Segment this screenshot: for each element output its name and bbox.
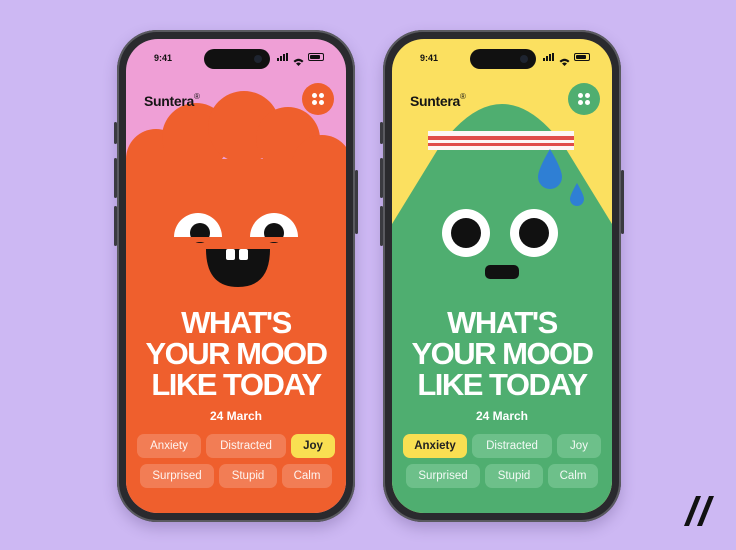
mood-chip-calm[interactable]: Calm [548,464,598,488]
phone-mockup-anxiety: 9:41 Suntera® WHAT'S YOUR MOOD LIKE TODA… [380,30,624,522]
signal-icon [543,53,555,61]
mood-options: Anxiety Distracted Joy Surprised Stupid … [402,434,602,494]
dynamic-island [204,49,270,69]
headband [428,131,574,150]
mood-chip-stupid[interactable]: Stupid [219,464,277,488]
mood-chip-distracted[interactable]: Distracted [206,434,286,458]
status-icons [277,53,324,66]
mood-chip-distracted[interactable]: Distracted [472,434,552,458]
mood-question-heading: WHAT'S YOUR MOOD LIKE TODAY [145,305,328,402]
mood-chip-anxiety[interactable]: Anxiety [137,434,201,458]
mood-chip-calm[interactable]: Calm [282,464,332,488]
mouth [485,265,519,279]
date-label: 24 March [475,409,529,423]
menu-button[interactable] [568,83,600,115]
date-label: 24 March [209,409,263,423]
mood-question-heading: WHAT'S YOUR MOOD LIKE TODAY [411,305,594,402]
phone-mockup-joy: 9:41 Suntera® WHAT'S YOUR MOOD LIKE TODA… [114,30,358,522]
dots-grid-icon [577,92,583,98]
app-logo: Suntera® [410,92,466,109]
status-icons [543,53,590,66]
mood-chip-joy[interactable]: Joy [291,434,335,458]
mood-chip-surprised[interactable]: Surprised [406,464,480,488]
wifi-icon [293,53,304,66]
signal-icon [277,53,289,61]
wifi-icon [559,53,570,66]
mood-options: Anxiety Distracted Joy Surprised Stupid … [136,434,336,494]
mood-chip-stupid[interactable]: Stupid [485,464,543,488]
battery-icon [308,53,324,61]
mood-chip-anxiety[interactable]: Anxiety [403,434,467,458]
battery-icon [574,53,590,61]
menu-button[interactable] [302,83,334,115]
slash-logo-icon [684,496,714,526]
dynamic-island [470,49,536,69]
mood-chip-joy[interactable]: Joy [557,434,601,458]
status-time: 9:41 [154,53,173,63]
app-screen: 9:41 Suntera® WHAT'S YOUR MOOD LIKE TODA… [392,39,612,513]
mood-chip-surprised[interactable]: Surprised [140,464,214,488]
app-screen: 9:41 Suntera® WHAT'S YOUR MOOD LIKE TODA… [126,39,346,513]
dots-grid-icon [311,92,317,98]
status-time: 9:41 [420,53,439,63]
app-logo: Suntera® [144,92,200,109]
